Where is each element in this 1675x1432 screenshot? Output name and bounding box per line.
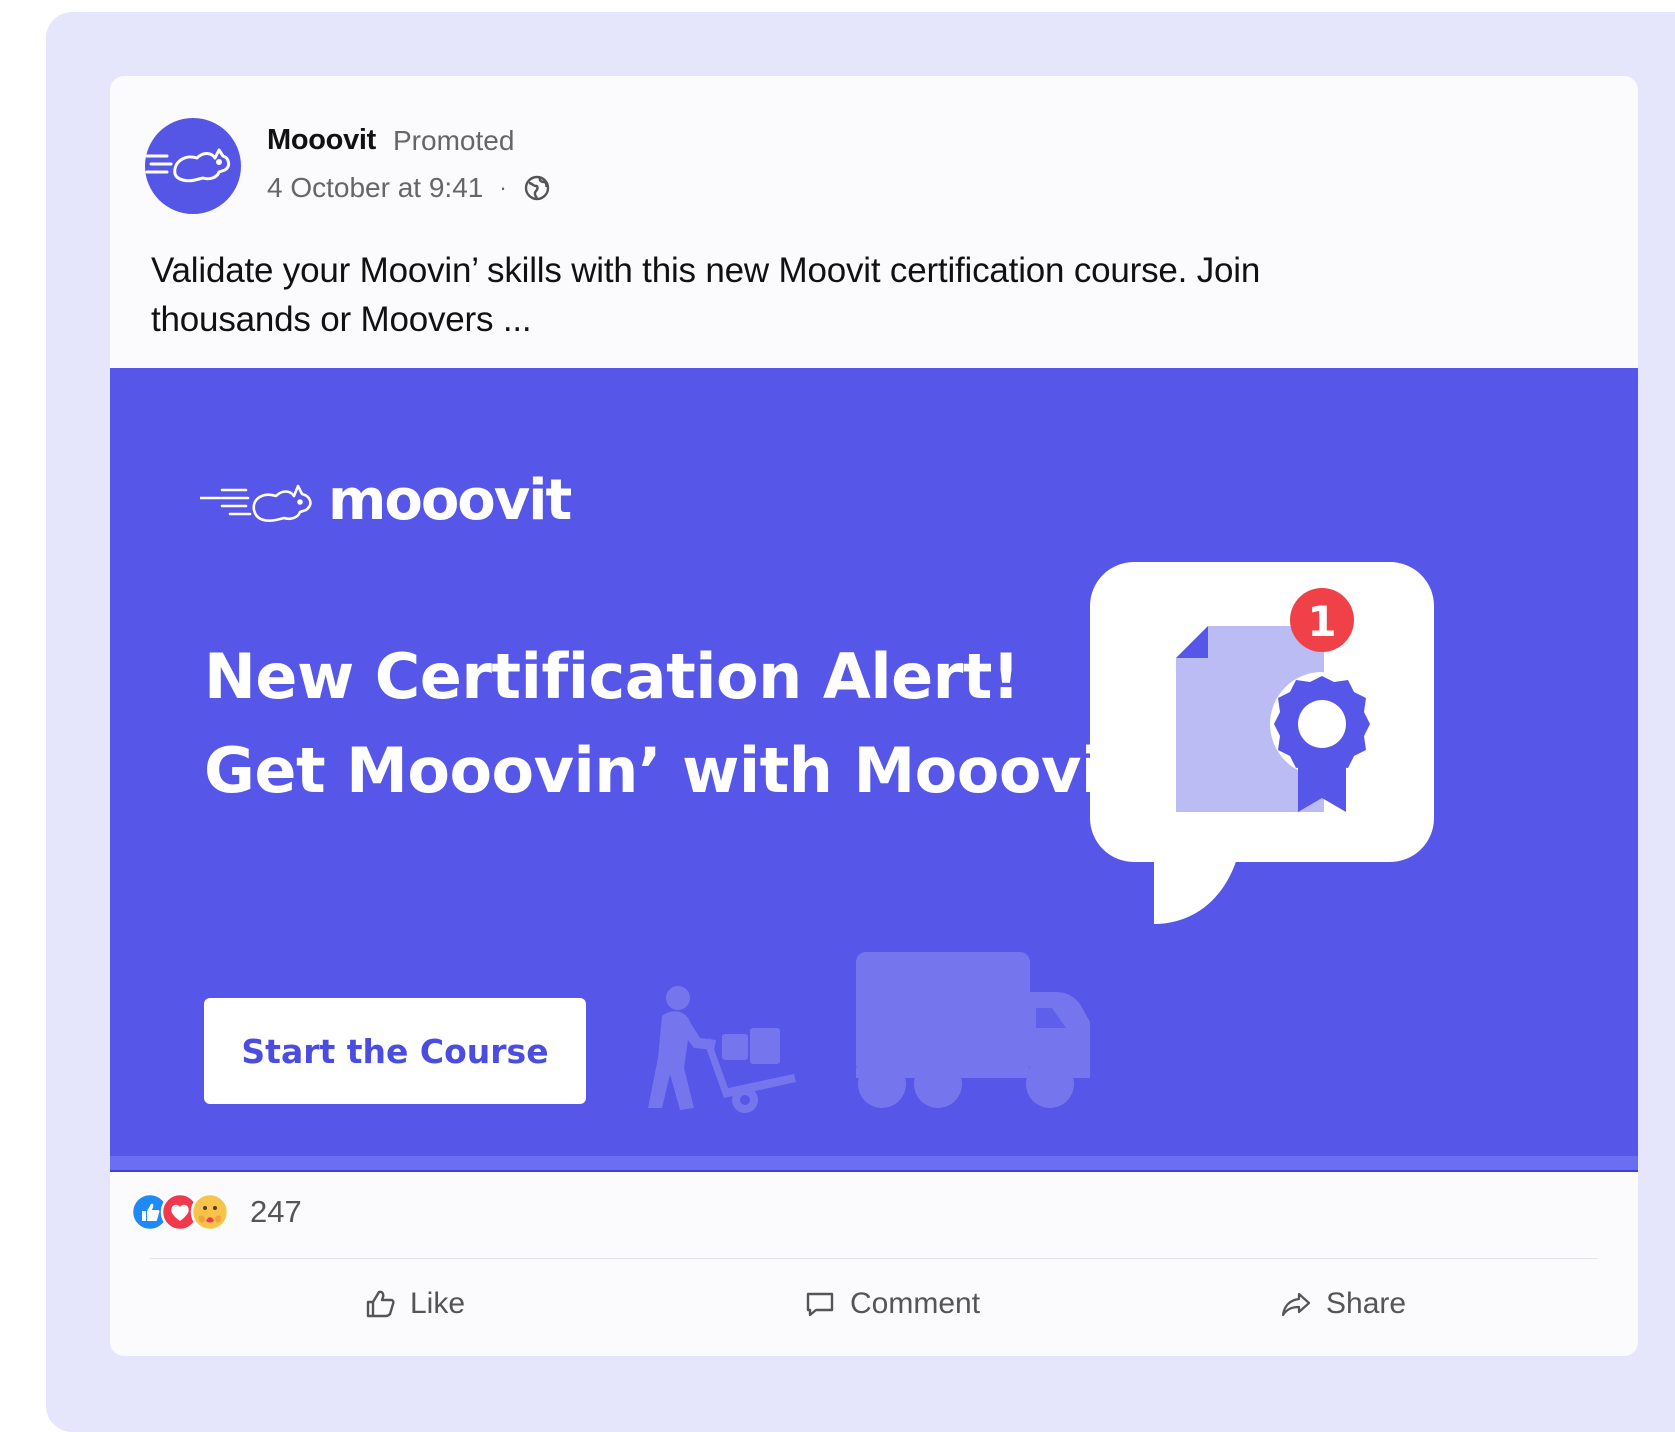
logo-wordmark: mooovit: [328, 467, 572, 533]
meta-separator: ·: [499, 175, 507, 200]
promoted-label: Promoted: [393, 125, 515, 156]
care-reaction-icon: [190, 1192, 230, 1232]
share-label: Share: [1326, 1287, 1407, 1320]
headline-line-1: New Certification Alert!: [204, 640, 1020, 713]
notification-badge-count: 1: [1307, 597, 1336, 646]
actions-divider: [150, 1258, 1598, 1259]
ad-creative-image[interactable]: 1 mooovit New Certification Alert! Get M…: [110, 368, 1638, 1172]
reaction-count: 247: [250, 1194, 302, 1229]
certificate-bubble-icon: [1090, 562, 1434, 924]
reaction-icons: [130, 1192, 236, 1232]
comment-button[interactable]: Comment: [804, 1274, 980, 1334]
ad-headline: New Certification Alert! Get Mooovin’ wi…: [204, 630, 1131, 818]
comment-label: Comment: [850, 1287, 981, 1320]
page-avatar[interactable]: [145, 118, 241, 214]
rabbit-logo-icon: [145, 148, 231, 183]
creative-bottom-strip: [110, 1156, 1638, 1172]
delivery-truck-icon: [856, 952, 1090, 1108]
headline-line-2: Get Mooovin’ with Mooovit: [204, 734, 1131, 807]
mooovit-logo: mooovit: [200, 467, 572, 533]
comment-icon: [806, 1292, 834, 1317]
share-button[interactable]: Share: [1280, 1274, 1406, 1334]
page-name[interactable]: Mooovit: [267, 124, 376, 157]
post-timestamp[interactable]: 4 October at 9:41: [267, 172, 483, 204]
reactions-summary[interactable]: 247: [130, 1192, 302, 1232]
post-actions-bar: Like Comment Share: [110, 1266, 1638, 1346]
delivery-person-icon: [648, 986, 796, 1113]
post-meta: 4 October at 9:41 ·: [267, 172, 551, 204]
sponsored-post-card: Mooovit Promoted 4 October at 9:41 · Val…: [110, 76, 1638, 1356]
like-button[interactable]: Like: [364, 1274, 465, 1334]
rabbit-logo-icon: [200, 484, 312, 522]
thumbs-up-icon: [366, 1290, 395, 1318]
like-label: Like: [410, 1287, 466, 1320]
share-arrow-icon: [1281, 1292, 1311, 1317]
globe-icon[interactable]: [523, 174, 551, 202]
post-text: Validate your Moovin’ skills with this n…: [151, 251, 1261, 339]
start-course-button[interactable]: Start the Course: [204, 998, 586, 1104]
